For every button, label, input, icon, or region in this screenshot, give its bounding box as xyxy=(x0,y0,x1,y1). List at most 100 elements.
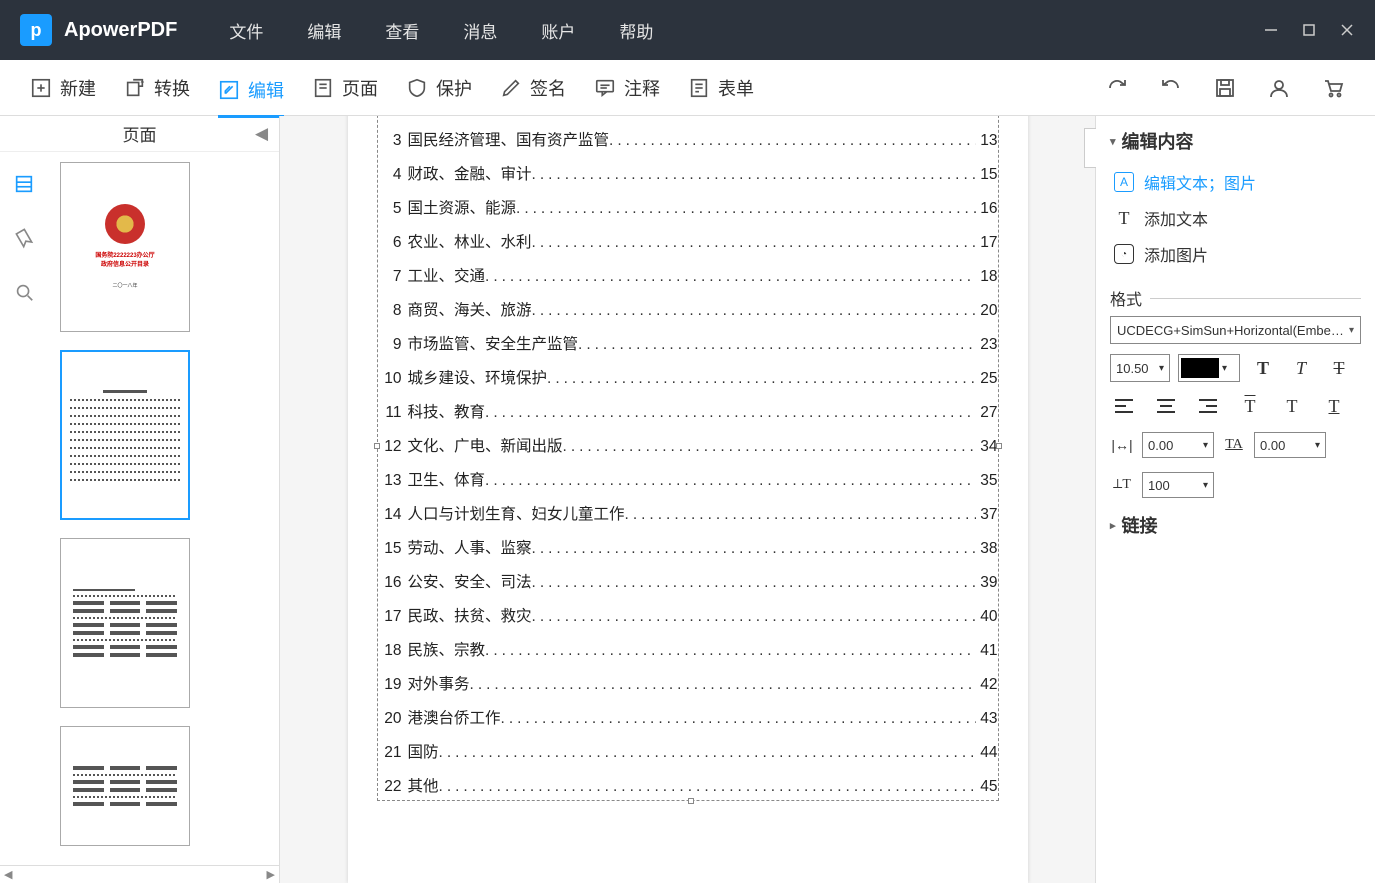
toc-title: 工业、交通 xyxy=(408,264,486,286)
toc-leader: ........................................… xyxy=(532,234,977,252)
toc-row[interactable]: 21国防....................................… xyxy=(378,732,998,766)
thumbnail-3[interactable] xyxy=(60,538,190,708)
toc-leader: ........................................… xyxy=(532,166,977,184)
search-tab-icon[interactable] xyxy=(12,280,36,304)
collapse-left-icon[interactable]: ◀ xyxy=(255,124,273,142)
toc-row[interactable]: 12文化、广电、新闻出版............................… xyxy=(378,426,998,460)
close-button[interactable] xyxy=(1339,22,1355,38)
menu-help[interactable]: 帮助 xyxy=(597,18,675,43)
thumbnails-list[interactable]: 国务院2222223办公厅 政府信息公开目录 二〇一八年 xyxy=(48,152,279,865)
toc-row[interactable]: 8商贸、海关、旅游...............................… xyxy=(378,290,998,324)
toc-page: 41 xyxy=(980,642,997,660)
toc-number: 19 xyxy=(378,676,402,694)
plus-square-icon xyxy=(30,77,52,99)
toc-leader: ........................................… xyxy=(439,778,977,796)
italic-button[interactable]: T xyxy=(1286,354,1316,382)
underline-button[interactable]: T xyxy=(1320,394,1348,418)
toc-row[interactable]: 7工业、交通..................................… xyxy=(378,256,998,290)
toc-row[interactable]: 22其他....................................… xyxy=(378,766,998,800)
menu-account[interactable]: 账户 xyxy=(519,18,597,43)
tool-protect[interactable]: 保护 xyxy=(406,71,472,105)
format-label: 格式 xyxy=(1110,286,1361,310)
toc-row[interactable]: 13卫生、体育.................................… xyxy=(378,460,998,494)
menu-file[interactable]: 文件 xyxy=(207,18,285,43)
font-size-select[interactable]: 10.50▾ xyxy=(1110,354,1170,382)
thumbnail-4[interactable] xyxy=(60,726,190,846)
thumbnail-2[interactable] xyxy=(60,350,190,520)
app-logo: p xyxy=(20,14,52,46)
tool-form[interactable]: 表单 xyxy=(688,71,754,105)
word-spacing-select[interactable]: 0.00▾ xyxy=(1254,432,1326,458)
toc-row[interactable]: 10城乡建设、环境保护.............................… xyxy=(378,358,998,392)
toc-row[interactable]: 9市场监管、安全生产监管............................… xyxy=(378,324,998,358)
strikethrough-button[interactable]: T xyxy=(1324,354,1354,382)
normal-button[interactable]: T xyxy=(1278,394,1306,418)
tool-convert[interactable]: 转换 xyxy=(124,71,190,105)
toc-row[interactable]: 6农业、林业、水利...............................… xyxy=(378,222,998,256)
toc-leader: ........................................… xyxy=(532,302,977,320)
toc-row[interactable]: 14人口与计划生育、妇女儿童工作........................… xyxy=(378,494,998,528)
char-spacing-select[interactable]: 0.00▾ xyxy=(1142,432,1214,458)
text-image-icon: A xyxy=(1114,172,1134,192)
tool-pages[interactable]: 页面 xyxy=(312,71,378,105)
align-right-button[interactable] xyxy=(1194,394,1222,418)
font-select[interactable]: UCDECG+SimSun+Horizontal(Embedded) ▾ xyxy=(1110,316,1361,344)
collapse-right-icon[interactable] xyxy=(1084,128,1096,168)
bold-button[interactable]: T xyxy=(1248,354,1278,382)
toc-row[interactable]: 3国民经济管理、国有资产监管..........................… xyxy=(378,120,998,154)
toc-title: 公安、安全、司法 xyxy=(408,570,532,592)
page-view[interactable]: 2综合政务...................................… xyxy=(280,116,1095,883)
bookmarks-tab-icon[interactable] xyxy=(12,226,36,250)
toc-page: 42 xyxy=(980,676,997,694)
edit-text-image-option[interactable]: A 编辑文本；图片 xyxy=(1110,164,1361,200)
tool-edit[interactable]: 编辑 xyxy=(218,73,284,118)
add-image-option[interactable]: ◔ 添加图片 xyxy=(1110,236,1361,272)
align-center-button[interactable] xyxy=(1152,394,1180,418)
text-icon: T xyxy=(1114,208,1134,228)
tool-annotate[interactable]: 注释 xyxy=(594,71,660,105)
toc-row[interactable]: 11科技、教育.................................… xyxy=(378,392,998,426)
toc-row[interactable]: 17民政、扶贫、救灾..............................… xyxy=(378,596,998,630)
account-button[interactable] xyxy=(1267,76,1291,100)
toc-leader: ........................................… xyxy=(439,744,977,762)
tool-new[interactable]: 新建 xyxy=(30,71,96,105)
toc-title: 财政、金融、审计 xyxy=(408,162,532,184)
toc-leader: ........................................… xyxy=(609,132,976,150)
tool-label: 表单 xyxy=(718,75,754,101)
toc-title: 市场监管、安全生产监管 xyxy=(408,332,579,354)
thumbnails-tab-icon[interactable] xyxy=(12,172,36,196)
edit-content-header[interactable]: ▾ 编辑内容 xyxy=(1110,128,1361,154)
minimize-button[interactable] xyxy=(1263,22,1279,38)
links-header[interactable]: ▸ 链接 xyxy=(1110,512,1361,538)
toc-number: 10 xyxy=(378,370,402,388)
menu-message[interactable]: 消息 xyxy=(441,18,519,43)
add-text-option[interactable]: T 添加文本 xyxy=(1110,200,1361,236)
tool-sign[interactable]: 签名 xyxy=(500,71,566,105)
toc-title: 劳动、人事、监察 xyxy=(408,536,532,558)
redo-button[interactable] xyxy=(1105,76,1129,100)
align-left-button[interactable] xyxy=(1110,394,1138,418)
scale-select[interactable]: 100▾ xyxy=(1142,472,1214,498)
toc-row[interactable]: 19对外事务..................................… xyxy=(378,664,998,698)
overline-button[interactable]: T xyxy=(1236,394,1264,418)
toc-text-block[interactable]: 2综合政务...................................… xyxy=(378,116,998,800)
toc-row[interactable]: 5国土资源、能源................................… xyxy=(378,188,998,222)
left-horizontal-scrollbar[interactable]: ◀▶ xyxy=(0,865,279,883)
toc-page: 17 xyxy=(980,234,997,252)
undo-button[interactable] xyxy=(1159,76,1183,100)
toc-row[interactable]: 20港澳台侨工作................................… xyxy=(378,698,998,732)
maximize-button[interactable] xyxy=(1301,22,1317,38)
comment-icon xyxy=(594,77,616,99)
toc-row[interactable]: 18民族、宗教.................................… xyxy=(378,630,998,664)
thumbnail-1[interactable]: 国务院2222223办公厅 政府信息公开目录 二〇一八年 xyxy=(60,162,190,332)
menu-edit[interactable]: 编辑 xyxy=(285,18,363,43)
cart-button[interactable] xyxy=(1321,76,1345,100)
toc-row[interactable]: 4财政、金融、审计...............................… xyxy=(378,154,998,188)
toc-row[interactable]: 15劳动、人事、监察..............................… xyxy=(378,528,998,562)
toc-page: 16 xyxy=(980,200,997,218)
menu-view[interactable]: 查看 xyxy=(363,18,441,43)
font-color-select[interactable]: ▾ xyxy=(1178,354,1240,382)
save-button[interactable] xyxy=(1213,76,1237,100)
toc-row[interactable]: 16公安、安全、司法..............................… xyxy=(378,562,998,596)
toc-number: 5 xyxy=(378,200,402,218)
